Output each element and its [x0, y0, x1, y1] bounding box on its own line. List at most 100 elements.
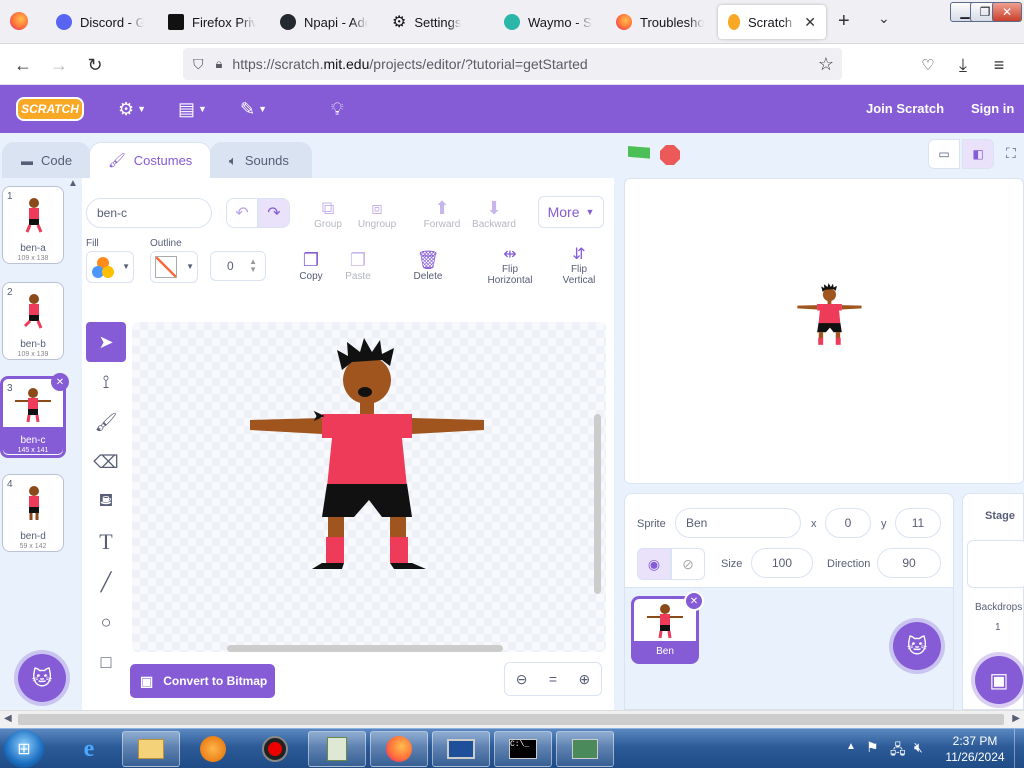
clock[interactable]: 2:37 PM 11/26/2024 — [940, 733, 1010, 765]
backdrop-thumbnail[interactable] — [967, 540, 1024, 588]
settings-gear-icon[interactable]: ⚙ ▼ — [118, 97, 146, 121]
hide-sprite-toggle[interactable]: ⊘ — [671, 548, 705, 580]
zoom-reset-button[interactable]: = — [549, 671, 557, 687]
choose-backdrop-button[interactable]: ▣ — [975, 656, 1023, 704]
scratch-logo[interactable]: SCRATCH — [16, 97, 84, 121]
tab-costumes[interactable]: 🖌︎ Costumes — [89, 142, 211, 178]
small-stage-button[interactable]: ▭ — [928, 139, 960, 169]
canvas-horizontal-scrollbar[interactable] — [227, 645, 503, 652]
system-tool-icon[interactable] — [556, 731, 614, 767]
flip-horizontal-button[interactable]: ⇹ Flip Horizontal — [482, 244, 538, 286]
reload-icon[interactable]: ↻ — [82, 52, 108, 78]
convert-to-bitmap-button[interactable]: ▣ Convert to Bitmap — [130, 664, 275, 698]
media-player-icon[interactable] — [184, 731, 242, 767]
green-flag-icon[interactable] — [628, 146, 650, 159]
download-icon[interactable]: ⤓ — [950, 52, 976, 78]
delete-sprite-icon[interactable]: ✕ — [684, 591, 704, 611]
costume-name-input[interactable]: ben-c — [86, 198, 212, 228]
tab-scratch[interactable]: Scratch - I✕ — [718, 5, 826, 39]
new-tab-button[interactable]: + — [838, 10, 850, 33]
tray-expand-icon[interactable]: ▲ — [846, 741, 856, 752]
select-tool-arrow-icon[interactable]: ➤ — [86, 322, 126, 362]
pocket-icon[interactable]: ♡ — [915, 52, 941, 78]
choose-costume-button[interactable]: 🐱︎ — [18, 654, 66, 702]
undo-button[interactable]: ↶ — [226, 198, 258, 228]
tab-discord[interactable]: Discord - Gro — [46, 5, 154, 39]
edit-menu-icon[interactable]: ✎ ▼ — [240, 97, 267, 121]
sign-in-link[interactable]: Sign in — [971, 101, 1014, 116]
close-tab-icon[interactable]: ✕ — [804, 14, 816, 31]
choose-sprite-button[interactable]: 🐱︎ — [893, 622, 941, 670]
paste-button[interactable]: ❐ Paste — [340, 250, 376, 282]
stage-canvas[interactable] — [624, 178, 1024, 484]
outline-width-stepper[interactable]: 0 ▲ ▼ — [210, 251, 266, 281]
paint-canvas[interactable]: ➤ — [132, 322, 606, 652]
tab-sounds[interactable]: 🔈︎ Sounds — [210, 142, 312, 178]
bookmark-star-icon[interactable]: ☆ — [818, 54, 834, 75]
ungroup-button[interactable]: ⧈ Ungroup — [354, 198, 400, 230]
show-desktop-button[interactable] — [1014, 729, 1024, 769]
scroll-up-chevron-icon[interactable]: ▲ — [68, 178, 78, 189]
canvas-vertical-scrollbar[interactable] — [594, 414, 601, 594]
close-window-button[interactable]: ✕ — [992, 2, 1022, 22]
backward-button[interactable]: ⬇ Backward — [470, 198, 518, 230]
brush-tool-icon[interactable]: 🖌︎ — [86, 402, 126, 442]
copy-button[interactable]: ❐ Copy — [294, 250, 328, 282]
scroll-right-arrow-icon[interactable]: ▶ — [1012, 713, 1020, 724]
volume-muted-icon[interactable]: 🔇︎ — [914, 739, 923, 756]
tab-list-chevron-icon[interactable]: ⌄ — [878, 10, 890, 27]
tab-firefox-privacy[interactable]: Firefox Privac — [158, 5, 266, 39]
command-prompt-icon[interactable]: C:\_ — [494, 731, 552, 767]
start-button-icon[interactable]: ⊞ — [4, 730, 44, 768]
document-icon[interactable] — [308, 731, 366, 767]
text-tool-icon[interactable]: T — [86, 522, 126, 562]
zoom-out-icon[interactable]: ⊖ — [516, 671, 528, 688]
fullscreen-icon[interactable]: ⛶ — [1006, 145, 1016, 162]
page-horizontal-scrollbar[interactable]: ◀ ▶ — [0, 710, 1024, 728]
back-arrow-icon[interactable]: ← — [10, 52, 36, 78]
outline-color-picker[interactable]: ▼ — [150, 251, 198, 283]
flag-tray-icon[interactable]: ⚑ — [866, 739, 879, 756]
size-input[interactable]: 100 — [751, 548, 813, 578]
costume-item[interactable]: 4 ben-d 59 x 142 — [2, 474, 64, 552]
group-button[interactable]: ⧉ Group — [310, 198, 346, 230]
url-bar[interactable]: ⛉ 🔒︎ https://scratch.mit.edu/projects/ed… — [183, 48, 842, 80]
fill-bucket-tool-icon[interactable]: ⛾ — [86, 482, 126, 522]
normal-stage-button[interactable]: ◧ — [962, 139, 994, 169]
more-dropdown[interactable]: More ▼ — [538, 196, 604, 228]
forward-button[interactable]: ⬆ Forward — [422, 198, 462, 230]
shield-icon[interactable]: ⛉ — [193, 56, 204, 73]
firefox-menu-icon[interactable] — [10, 12, 28, 30]
show-sprite-toggle[interactable]: ◉ — [637, 548, 671, 580]
tutorials-lightbulb-icon[interactable]: 💡︎ — [331, 97, 344, 121]
internet-explorer-icon[interactable]: e — [60, 731, 118, 767]
tab-npapi[interactable]: Npapi - Adol — [270, 5, 378, 39]
forward-arrow-icon[interactable]: → — [46, 52, 72, 78]
firefox-taskbar-icon[interactable] — [370, 731, 428, 767]
costume-item-selected[interactable]: 3 ben-c 145 x 141 ✕ — [0, 373, 69, 458]
line-tool-icon[interactable]: ╱ — [86, 562, 126, 602]
direction-input[interactable]: 90 — [877, 548, 941, 578]
tab-settings[interactable]: ⚙ Settings — [382, 5, 490, 39]
y-input[interactable]: 11 — [895, 508, 941, 538]
redo-button[interactable]: ↷ — [258, 198, 290, 228]
stop-icon[interactable] — [660, 145, 680, 165]
scroll-left-arrow-icon[interactable]: ◀ — [4, 713, 12, 724]
tab-waymo[interactable]: Waymo - Selt — [494, 5, 602, 39]
record-icon[interactable] — [246, 731, 304, 767]
sprite-thumbnail-selected[interactable]: Ben ✕ — [631, 591, 704, 664]
flip-vertical-button[interactable]: ⇵ Flip Vertical — [554, 244, 604, 286]
reshape-tool-icon[interactable]: ⟟ — [86, 362, 126, 402]
join-scratch-link[interactable]: Join Scratch — [866, 101, 944, 116]
file-explorer-icon[interactable] — [122, 731, 180, 767]
costume-item[interactable]: 1 ben-a 109 x 138 — [2, 186, 64, 264]
hamburger-menu-icon[interactable]: ≡ — [986, 52, 1012, 78]
sprite-name-input[interactable]: Ben — [675, 508, 801, 538]
delete-button[interactable]: 🗑︎ Delete — [408, 250, 448, 282]
x-input[interactable]: 0 — [825, 508, 871, 538]
rectangle-tool-icon[interactable]: □ — [86, 642, 126, 682]
tab-troubleshoot[interactable]: Troubleshoo — [606, 5, 714, 39]
stage-target-panel[interactable]: Stage Backdrops 1 ▣ — [962, 493, 1024, 710]
lock-icon[interactable]: 🔒︎ — [216, 56, 223, 72]
costume-item[interactable]: 2 ben-b 109 x 139 — [2, 282, 64, 360]
